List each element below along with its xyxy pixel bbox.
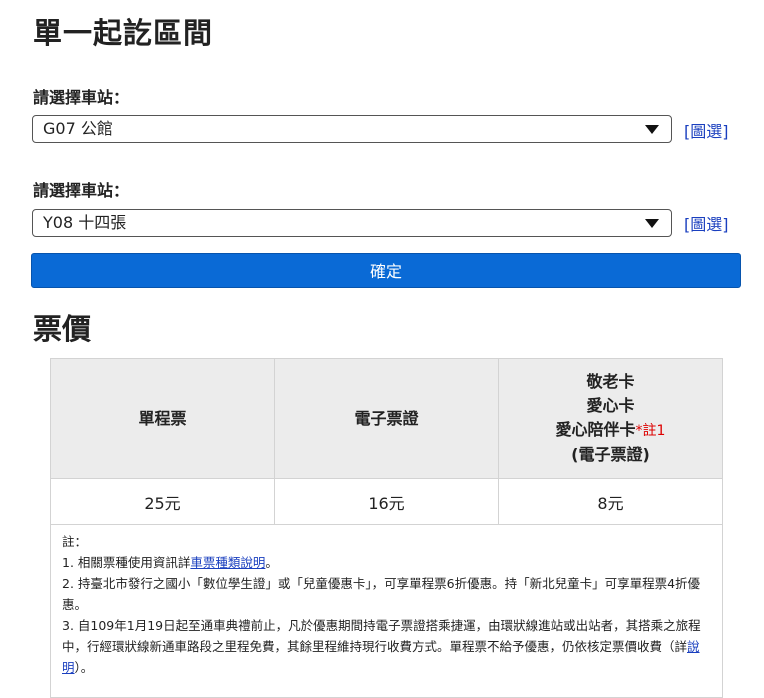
origin-station-label: 請選擇車站： xyxy=(33,88,130,107)
note-3: 3. 自109年1月19日起至通車典禮前止，凡於優惠期間持電子票證搭乘捷運，由環… xyxy=(62,615,712,678)
senior-card-label: 敬老卡 xyxy=(586,372,635,391)
ecard-header: 電子票證 xyxy=(274,358,499,479)
senior-card-fare: 8元 xyxy=(498,478,723,525)
fare-section-title: 票價 xyxy=(33,312,92,346)
confirm-button[interactable]: 確定 xyxy=(31,253,741,288)
ecard-qualifier-label: (電子票證) xyxy=(571,445,650,464)
destination-station-value: Y08 十四張 xyxy=(43,213,127,232)
note-3-text: 3. 自109年1月19日起至通車典禮前止，凡於優惠期間持電子票證搭乘捷運，由環… xyxy=(62,618,701,654)
ecard-fare: 16元 xyxy=(274,478,499,525)
single-ticket-fare: 25元 xyxy=(50,478,275,525)
destination-station-label: 請選擇車站： xyxy=(33,181,130,200)
senior-card-header: 敬老卡 愛心卡 愛心陪伴卡*註1 (電子票證) xyxy=(498,358,723,479)
origin-station-value: G07 公館 xyxy=(43,119,113,138)
fare-table: 單程票 電子票證 敬老卡 愛心卡 愛心陪伴卡*註1 (電子票證) 25元 16元… xyxy=(50,358,723,525)
note-2: 2. 持臺北市發行之國小「數位學生證」或「兒童優惠卡」，可享單程票6折優惠。持「… xyxy=(62,576,701,612)
page-title: 單一起訖區間 xyxy=(33,16,214,50)
chevron-down-icon xyxy=(645,219,659,228)
ticket-types-link[interactable]: 車票種類說明 xyxy=(190,555,265,570)
chevron-down-icon xyxy=(645,125,659,134)
companion-card-text: 愛心陪伴卡 xyxy=(555,420,636,439)
destination-station-select[interactable]: Y08 十四張 xyxy=(32,209,672,237)
note-1-text: 1. 相關票種使用資訊詳 xyxy=(62,555,191,570)
concession-card-label: 愛心卡 xyxy=(586,396,635,415)
origin-map-link[interactable]: [圖選] xyxy=(684,118,729,142)
notes-heading: 註： xyxy=(62,534,88,549)
origin-station-select[interactable]: G07 公館 xyxy=(32,115,672,143)
single-ticket-header: 單程票 xyxy=(50,358,275,479)
note-1: 1. 相關票種使用資訊詳車票種類說明。 xyxy=(62,552,712,573)
fare-notes: 註： 1. 相關票種使用資訊詳車票種類說明。 2. 持臺北市發行之國小「數位學生… xyxy=(50,519,723,698)
destination-map-link[interactable]: [圖選] xyxy=(684,211,729,235)
companion-card-label: 愛心陪伴卡*註1 xyxy=(500,418,721,443)
note-3-suffix: ）。 xyxy=(74,660,94,675)
fare-value-row: 25元 16元 8元 xyxy=(50,478,723,525)
note-1-ref: *註1 xyxy=(635,423,666,439)
fare-header-row: 單程票 電子票證 敬老卡 愛心卡 愛心陪伴卡*註1 (電子票證) xyxy=(50,358,723,479)
note-1-suffix: 。 xyxy=(265,555,278,570)
